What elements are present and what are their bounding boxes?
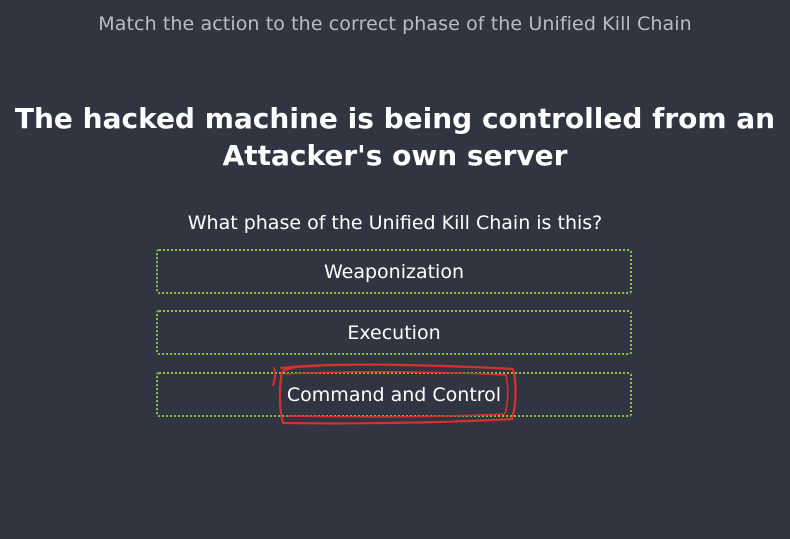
statement-heading: The hacked machine is being controlled f…	[14, 102, 776, 172]
question-text: What phase of the Unified Kill Chain is …	[187, 212, 603, 234]
option-command-and-control[interactable]: Command and Control	[156, 372, 632, 417]
instruction-text: Match the action to the correct phase of…	[98, 13, 692, 35]
option-label: Command and Control	[286, 383, 502, 406]
option-weaponization[interactable]: Weaponization	[156, 249, 632, 294]
option-execution[interactable]: Execution	[156, 310, 632, 355]
option-label: Weaponization	[323, 260, 465, 283]
option-label: Execution	[347, 321, 441, 344]
